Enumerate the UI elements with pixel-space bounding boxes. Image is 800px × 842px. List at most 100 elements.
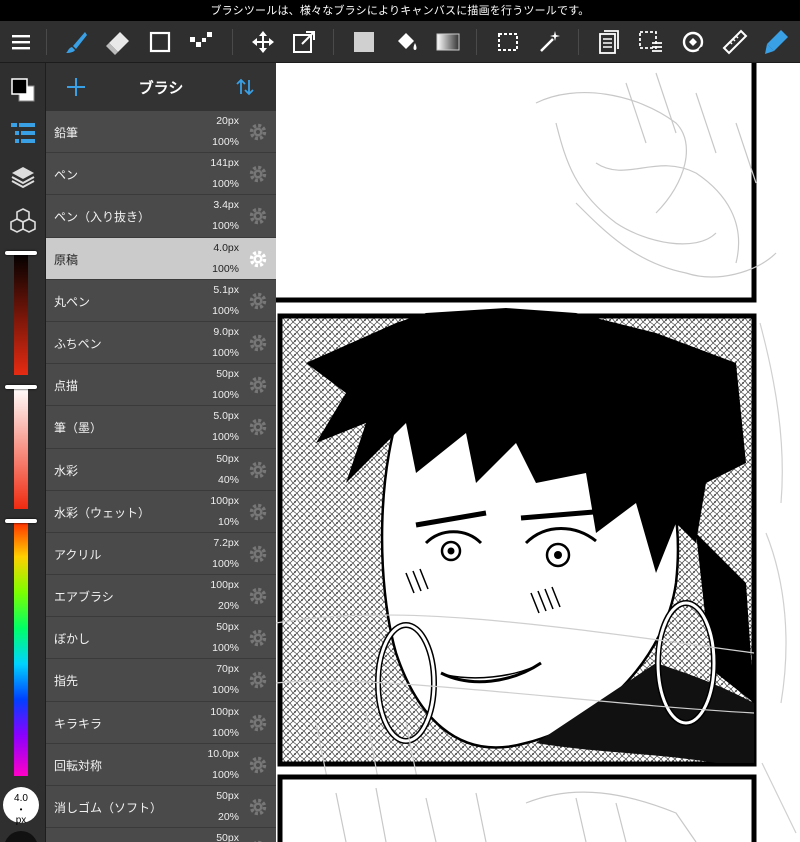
move-icon[interactable] (246, 25, 280, 59)
gear-icon[interactable] (248, 206, 268, 226)
brush-panel-header: ブラシ (46, 63, 276, 111)
brush-opacity: 100% (212, 136, 239, 148)
sort-icon[interactable] (234, 76, 256, 98)
brush-opacity: 100% (212, 557, 239, 570)
brush-item[interactable]: 丸ペン 5.1px 100% (46, 279, 276, 322)
brush-item[interactable]: ふちペン 9.0px 100% (46, 321, 276, 365)
tool-hint-bar: ブラシツールは、様々なブラシによりキャンバスに描画を行うツールです。 (0, 0, 800, 21)
brush-size-value: 4.0 (14, 793, 28, 804)
brush-name: 水彩（ウェット） (54, 505, 151, 520)
brush-item[interactable]: キラキラ 100px 100% (46, 701, 276, 744)
brush-item[interactable]: 水彩（ウェット） 100px 10% (46, 490, 276, 533)
brush-size-unit: px (15, 815, 27, 826)
brush-item[interactable]: 水彩 50px 40% (46, 448, 276, 491)
gear-icon[interactable] (248, 122, 268, 142)
eraser-icon[interactable] (101, 25, 135, 59)
brightness-slider[interactable] (14, 253, 28, 375)
select-icon[interactable] (491, 25, 525, 59)
brush-item[interactable]: アクリル 7.2px 100% (46, 532, 276, 576)
brush-name: ペン（入り抜き） (54, 210, 151, 225)
brush-item[interactable]: 消しゴム（ソフト） 50px 20% (46, 786, 276, 829)
gear-icon[interactable] (248, 628, 268, 648)
fill-rect-icon[interactable] (347, 25, 381, 59)
gear-icon[interactable] (248, 586, 268, 606)
brush-panel-title: ブラシ (138, 78, 184, 97)
hue-slider[interactable] (14, 521, 28, 776)
brush-opacity: 100% (212, 642, 239, 655)
brush-item[interactable]: ぼかし 50px 100% (46, 617, 276, 660)
color-swatch-icon[interactable] (6, 73, 40, 107)
brush-size: 50px (216, 368, 239, 381)
brush-item[interactable]: ペン（入り抜き） 3.4px 100% (46, 195, 276, 238)
brush-opacity: 20% (217, 600, 239, 613)
brush-size: 141px (210, 157, 239, 170)
brush-item[interactable]: 筆（墨） 5.0px 100% (46, 406, 276, 449)
gear-icon[interactable] (248, 670, 268, 690)
brush-opacity: 100% (212, 431, 239, 444)
gear-icon[interactable] (248, 164, 268, 184)
dot-icon[interactable] (185, 25, 219, 59)
canvas[interactable] (276, 63, 800, 842)
brush-opacity: 100% (212, 389, 239, 402)
brush-size: 70px (216, 663, 239, 676)
brightness-knob[interactable] (5, 251, 37, 255)
add-brush-icon[interactable] (64, 75, 88, 99)
opacity-badge[interactable] (4, 831, 38, 842)
gear-icon[interactable] (248, 291, 268, 311)
gradient-icon[interactable] (431, 25, 465, 59)
gear-icon[interactable] (248, 502, 268, 522)
brush-name: 点描 (54, 379, 79, 394)
brush-list-icon[interactable] (6, 116, 40, 150)
brush-opacity: 40% (217, 473, 239, 486)
ruler-icon[interactable] (718, 25, 752, 59)
brush-size: 10.0px (207, 747, 239, 760)
brush-name: アクリル (54, 547, 102, 562)
layers-icon[interactable] (6, 160, 40, 194)
brush-name: 回転対称 (54, 758, 103, 773)
brush-size-badge[interactable]: 4.0 • px (3, 787, 39, 826)
rotate-icon[interactable] (676, 25, 710, 59)
gear-icon[interactable] (248, 755, 268, 775)
brush-opacity: 20% (217, 811, 239, 823)
brush-item[interactable]: 50px (46, 828, 276, 842)
layers-copy-icon[interactable] (592, 25, 626, 59)
brush-list: 鉛筆 20px 100% ペン 141px 100% ペン（入り抜き） 3.4px 100% 原稿… (46, 111, 276, 842)
brush-name: 消しゴム（ソフト） (54, 801, 163, 815)
brush-size: 5.1px (213, 283, 239, 296)
gear-icon[interactable] (248, 249, 268, 269)
gear-icon[interactable] (248, 375, 268, 395)
brush-size: 100px (210, 494, 239, 507)
brush-size: 50px (216, 832, 239, 842)
brush-size: 100px (210, 579, 239, 592)
brush-item[interactable]: 点描 50px 100% (46, 364, 276, 407)
magic-wand-icon[interactable] (533, 25, 567, 59)
brush-item[interactable]: 指先 70px 100% (46, 659, 276, 702)
gear-icon[interactable] (248, 713, 268, 733)
select-layer-icon[interactable] (634, 25, 668, 59)
brush-name: 鉛筆 (54, 126, 79, 140)
brush-opacity: 100% (212, 346, 239, 359)
gear-icon[interactable] (248, 460, 268, 480)
brush-item[interactable]: 原稿 4.0px 100% (46, 237, 276, 280)
rectangle-icon[interactable] (143, 25, 177, 59)
gear-icon[interactable] (248, 333, 268, 353)
pen-active-icon[interactable] (759, 25, 793, 59)
materials-icon[interactable] (6, 203, 40, 237)
brush-item[interactable]: エアブラシ 100px 20% (46, 575, 276, 618)
brush-name: エアブラシ (54, 590, 114, 605)
gear-icon[interactable] (248, 544, 268, 564)
brush-item[interactable]: ペン 141px 100% (46, 153, 276, 196)
gear-icon[interactable] (248, 417, 268, 437)
brush-item[interactable]: 鉛筆 20px 100% (46, 111, 276, 154)
hue-knob[interactable] (5, 519, 37, 523)
brush-item[interactable]: 回転対称 10.0px 100% (46, 743, 276, 786)
saturation-knob[interactable] (5, 385, 37, 389)
brush-opacity: 100% (212, 304, 239, 317)
gear-icon[interactable] (248, 797, 268, 817)
transform-icon[interactable] (287, 25, 321, 59)
bucket-icon[interactable] (389, 25, 423, 59)
menu-icon[interactable] (4, 25, 38, 59)
saturation-slider[interactable] (14, 387, 28, 509)
brush-icon[interactable] (59, 25, 93, 59)
brush-opacity: 100% (212, 262, 239, 275)
